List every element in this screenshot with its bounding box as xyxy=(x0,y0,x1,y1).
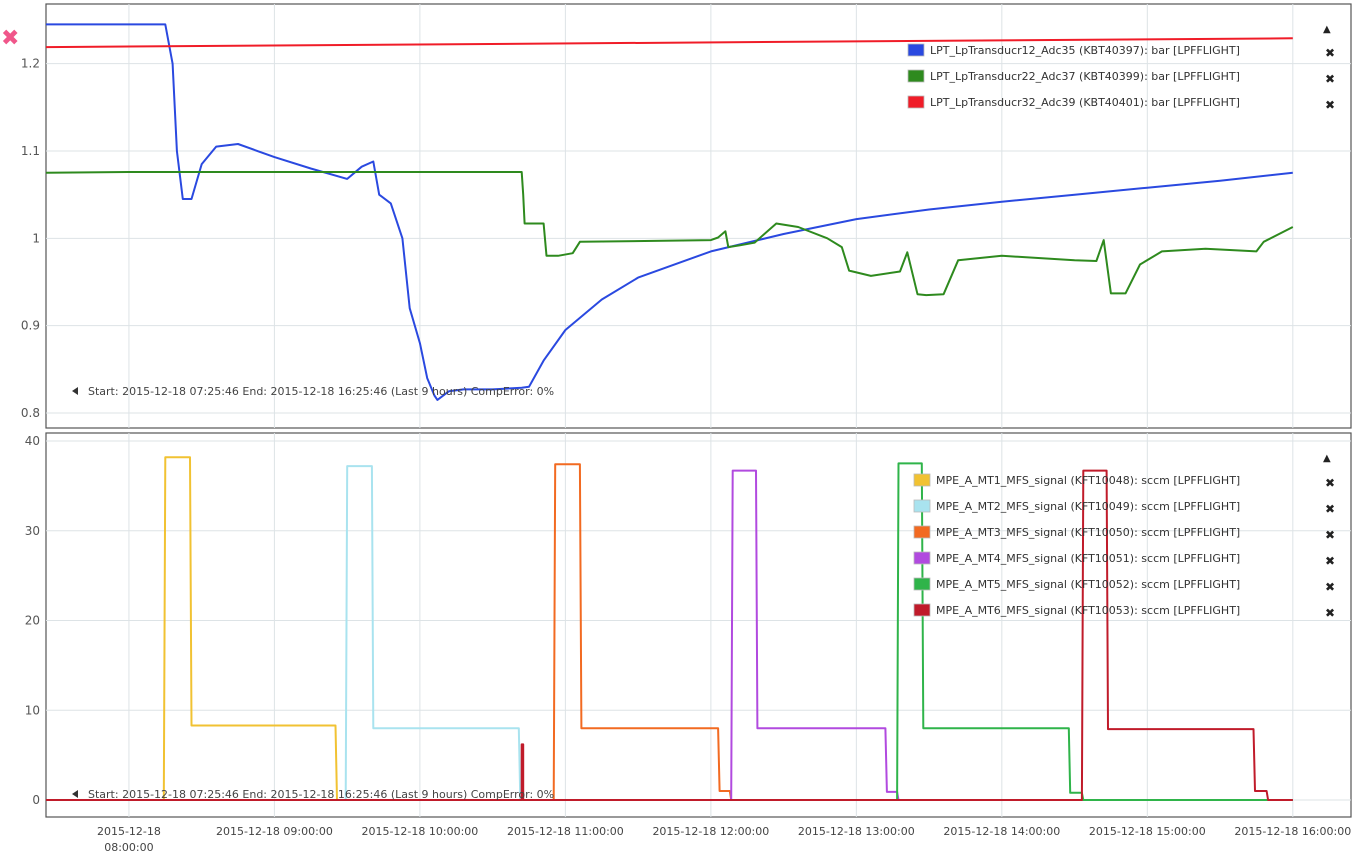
plot-area xyxy=(45,432,1352,818)
x-tick-label: 2015-12-18 10:00:00 xyxy=(361,825,478,838)
y-tick-label: 0.8 xyxy=(21,406,40,420)
legend-entry[interactable]: LPT_LpTransducr12_Adc35 (KBT40397): bar … xyxy=(930,44,1240,57)
legend-collapse-icon[interactable]: ▲ xyxy=(1323,453,1331,464)
legend-entry[interactable]: MPE_A_MT4_MFS_signal (KFT10051): sccm [L… xyxy=(936,552,1240,565)
y-tick-label: 30 xyxy=(25,524,40,538)
legend-remove-icon[interactable]: ✖ xyxy=(1325,606,1335,620)
legend-entry[interactable]: MPE_A_MT3_MFS_signal (KFT10050): sccm [L… xyxy=(936,526,1240,539)
legend-entry[interactable]: LPT_LpTransducr32_Adc39 (KBT40401): bar … xyxy=(930,96,1240,109)
legend-swatch[interactable] xyxy=(913,525,931,539)
legend-collapse-icon[interactable]: ▲ xyxy=(1323,24,1331,35)
legend-swatch[interactable] xyxy=(913,499,931,513)
x-tick-label: 2015-12-18 09:00:00 xyxy=(216,825,333,838)
legend-swatch[interactable] xyxy=(913,603,931,617)
y-tick-label: 40 xyxy=(25,434,40,448)
x-tick-label: 2015-12-18 14:00:00 xyxy=(943,825,1060,838)
info-text: Start: 2015-12-18 07:25:46 End: 2015-12-… xyxy=(88,385,554,398)
y-tick-label: 0 xyxy=(32,793,40,807)
x-tick-label-time: 08:00:00 xyxy=(104,841,153,854)
legend-swatch[interactable] xyxy=(913,473,931,487)
x-tick-label: 2015-12-18 16:00:00 xyxy=(1234,825,1351,838)
x-tick-label: 2015-12-18 12:00:00 xyxy=(652,825,769,838)
legend-swatch[interactable] xyxy=(907,95,925,109)
legend-swatch[interactable] xyxy=(907,69,925,83)
legend-remove-icon[interactable]: ✖ xyxy=(1325,46,1335,60)
legend-remove-icon[interactable]: ✖ xyxy=(1325,554,1335,568)
legend-swatch[interactable] xyxy=(907,43,925,57)
legend-entry[interactable]: MPE_A_MT5_MFS_signal (KFT10052): sccm [L… xyxy=(936,578,1240,591)
legend-remove-icon[interactable]: ✖ xyxy=(1325,580,1335,594)
y-tick-label: 1.1 xyxy=(21,144,40,158)
chart-canvas: ✖1.21.110.90.8LPT_LpTransducr12_Adc35 (K… xyxy=(1,3,1352,854)
x-tick-label: 2015-12-18 15:00:00 xyxy=(1089,825,1206,838)
x-tick-label: 2015-12-18 13:00:00 xyxy=(798,825,915,838)
legend-entry[interactable]: LPT_LpTransducr22_Adc37 (KBT40399): bar … xyxy=(930,70,1240,83)
x-tick-label: 2015-12-18 11:00:00 xyxy=(507,825,624,838)
legend-entry[interactable]: MPE_A_MT1_MFS_signal (KFT10048): sccm [L… xyxy=(936,474,1240,487)
info-text: Start: 2015-12-18 07:25:46 End: 2015-12-… xyxy=(88,788,554,801)
y-tick-label: 0.9 xyxy=(21,319,40,333)
legend-swatch[interactable] xyxy=(913,551,931,565)
legend-remove-icon[interactable]: ✖ xyxy=(1325,98,1335,112)
legend-remove-icon[interactable]: ✖ xyxy=(1325,72,1335,86)
y-tick-label: 20 xyxy=(25,614,40,628)
legend-entry[interactable]: MPE_A_MT6_MFS_signal (KFT10053): sccm [L… xyxy=(936,604,1240,617)
y-tick-label: 1.2 xyxy=(21,57,40,71)
legend-entry[interactable]: MPE_A_MT2_MFS_signal (KFT10049): sccm [L… xyxy=(936,500,1240,513)
x-tick-label: 2015-12-18 xyxy=(97,825,161,838)
legend-remove-icon[interactable]: ✖ xyxy=(1325,502,1335,516)
close-chart-icon[interactable]: ✖ xyxy=(1,26,19,51)
legend-remove-icon[interactable]: ✖ xyxy=(1325,528,1335,542)
y-tick-label: 1 xyxy=(32,231,40,245)
legend-swatch[interactable] xyxy=(913,577,931,591)
plot-area xyxy=(45,3,1352,429)
y-tick-label: 10 xyxy=(25,703,40,717)
legend-remove-icon[interactable]: ✖ xyxy=(1325,476,1335,490)
